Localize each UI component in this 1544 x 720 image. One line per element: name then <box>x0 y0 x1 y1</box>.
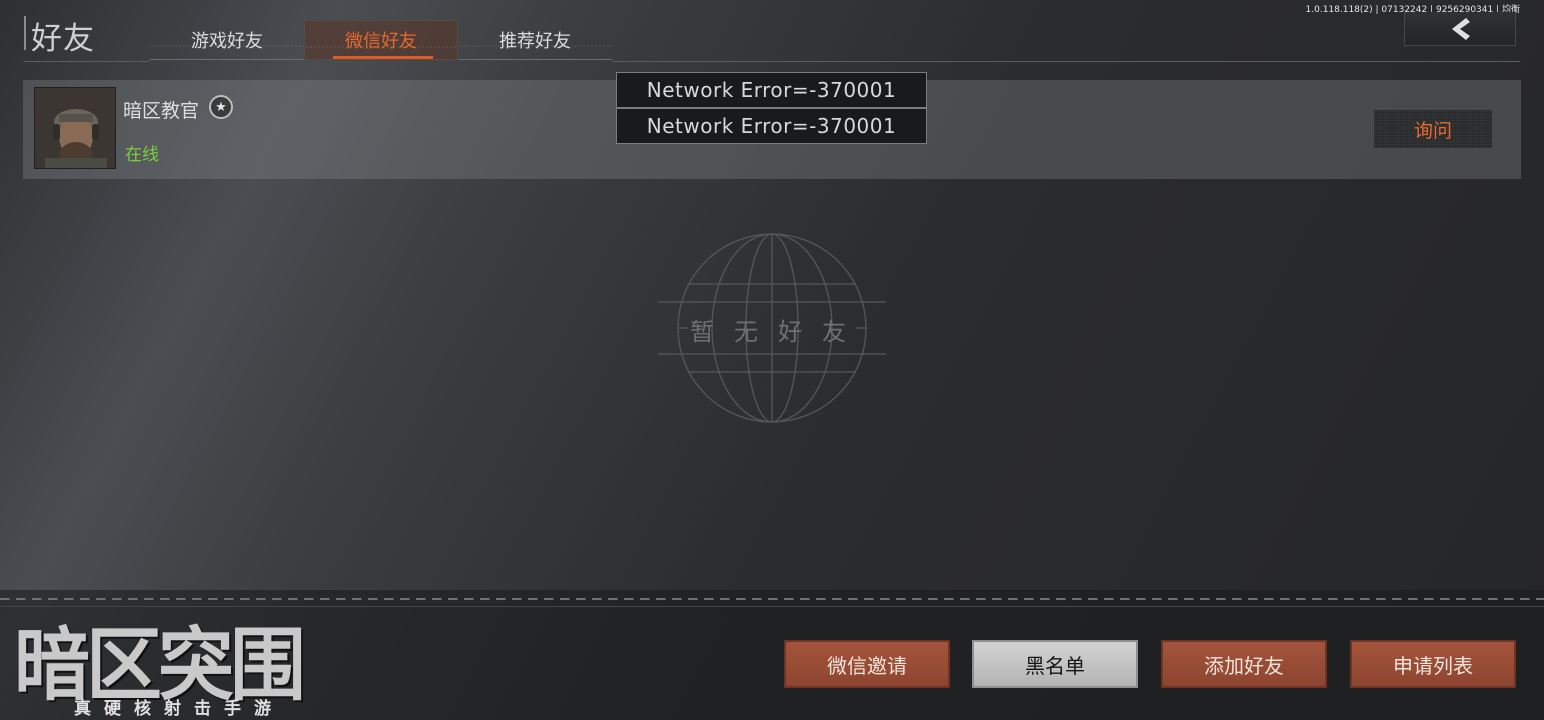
add-friend-button[interactable]: 添加好友 <box>1161 640 1327 688</box>
title-accent-bar <box>24 16 26 50</box>
friend-name: 暗区教官 <box>123 100 200 122</box>
wechat-invite-button[interactable]: 微信邀请 <box>784 640 950 688</box>
page-title: 好友 <box>31 21 95 57</box>
star-badge-icon: ★ <box>209 95 233 119</box>
header-divider-right <box>612 61 1520 62</box>
header-divider-left <box>24 61 150 62</box>
blacklist-button[interactable]: 黑名单 <box>972 640 1138 688</box>
avatar <box>34 87 116 169</box>
game-slogan: 真硬核射击手游 <box>74 699 284 719</box>
tab-recommended-friends[interactable]: 推荐好友 <box>458 20 612 60</box>
friend-tabs: 游戏好友 微信好友 推荐好友 <box>150 20 612 62</box>
tab-label: 游戏好友 <box>191 30 263 52</box>
online-status: 在线 <box>125 145 159 165</box>
tab-label: 推荐好友 <box>499 30 571 52</box>
soldier-portrait-icon <box>35 88 115 168</box>
network-error-toast: Network Error=-370001 <box>616 108 927 144</box>
network-error-toast: Network Error=-370001 <box>616 72 927 108</box>
ask-button[interactable]: 询问 <box>1373 109 1493 149</box>
request-list-button[interactable]: 申请列表 <box>1350 640 1516 688</box>
tab-label: 微信好友 <box>345 31 417 52</box>
chevron-left-icon <box>1452 17 1470 40</box>
tab-game-friends[interactable]: 游戏好友 <box>150 20 304 60</box>
tab-wechat-friends[interactable]: 微信好友 <box>304 20 458 60</box>
empty-state-text: 暂无好友 <box>690 318 866 346</box>
back-button[interactable] <box>1404 12 1516 46</box>
